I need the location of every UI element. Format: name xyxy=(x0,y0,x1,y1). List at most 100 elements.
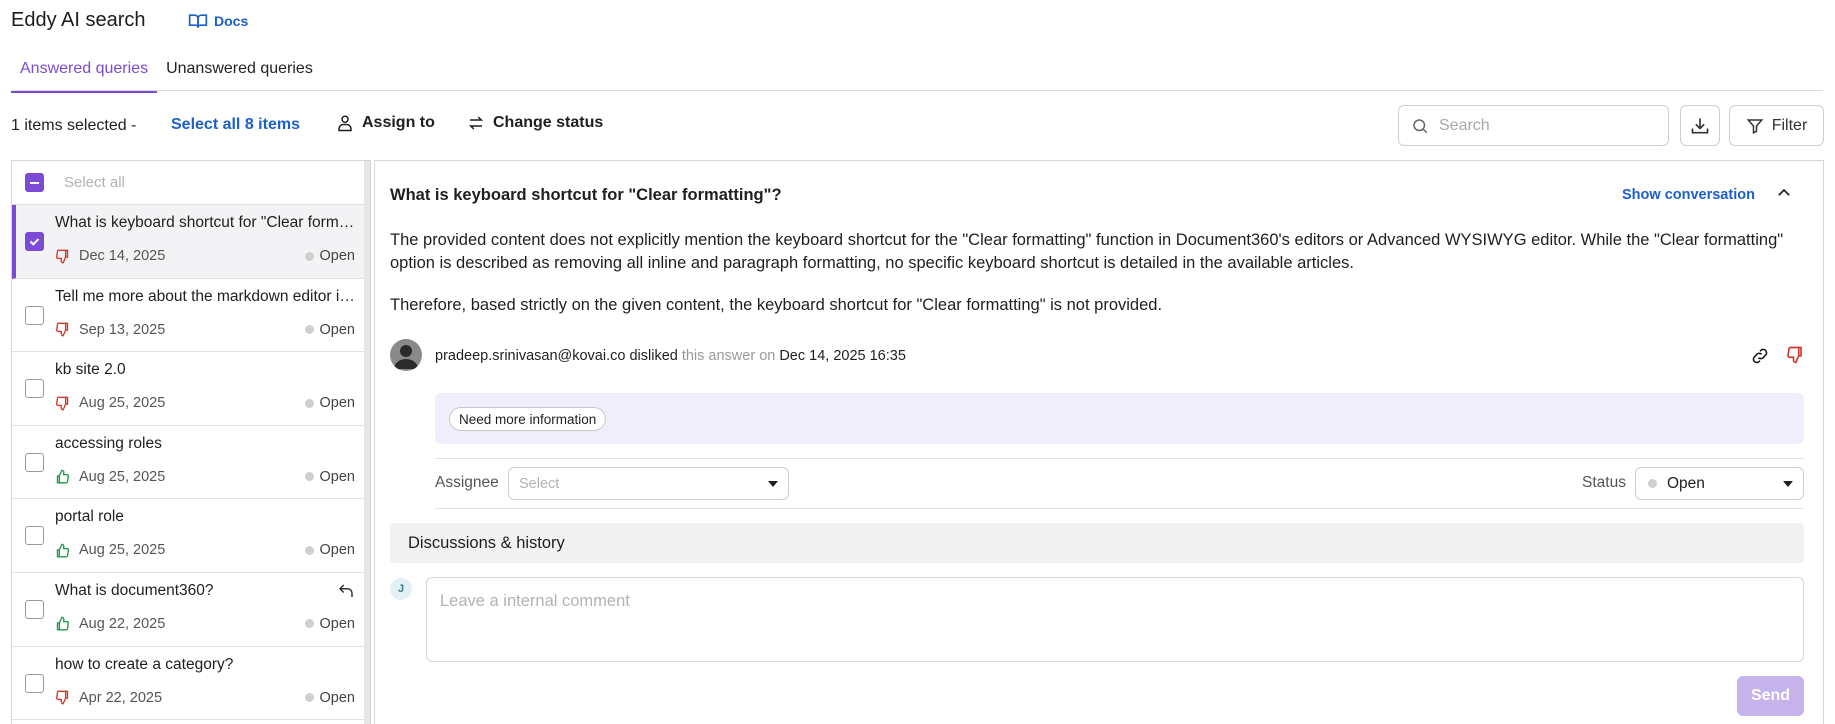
thumbs-down-icon xyxy=(56,249,69,263)
assign-to-button[interactable]: Assign to xyxy=(336,114,435,132)
item-question: accessing roles xyxy=(55,434,162,452)
search-input[interactable] xyxy=(1439,116,1639,135)
feedback-reason-chip: Need more information xyxy=(449,407,607,431)
link-icon[interactable] xyxy=(1750,346,1770,366)
status-label: Status xyxy=(1582,474,1626,491)
item-checkbox[interactable] xyxy=(25,379,44,399)
docs-label: Docs xyxy=(214,13,249,29)
item-meta: Aug 25, 2025 xyxy=(55,469,165,485)
status-badge: Open xyxy=(304,542,355,558)
divider xyxy=(435,508,1804,509)
item-question: Tell me more about the markdown editor i… xyxy=(55,287,360,305)
caret-down-icon xyxy=(1783,480,1793,487)
feedback-line: pradeep.srinivasan@kovai.co disliked thi… xyxy=(435,348,906,364)
item-question: kb site 2.0 xyxy=(55,361,126,379)
assignee-select[interactable]: Select xyxy=(508,467,789,500)
filter-icon xyxy=(1746,118,1764,134)
discussions-title: Discussions & history xyxy=(408,534,565,552)
assignee-label: Assignee xyxy=(435,474,499,491)
list-item[interactable]: Tell me more about the markdown editor i… xyxy=(12,279,370,353)
item-checkbox[interactable] xyxy=(25,673,44,693)
answer-text: The provided content does not explicitly… xyxy=(390,229,1810,336)
list-scrollbar[interactable] xyxy=(364,161,370,724)
item-checkbox[interactable] xyxy=(25,452,44,472)
status-dot xyxy=(1648,479,1657,488)
thumbs-down-icon xyxy=(56,396,69,411)
list-item[interactable]: What is document360? Aug 22, 2025 Open xyxy=(12,573,370,647)
select-all-checkbox[interactable] xyxy=(25,173,44,192)
item-question: portal role xyxy=(55,508,124,526)
query-list: Select all What is keyboard shortcut for… xyxy=(11,160,371,724)
check-icon xyxy=(29,238,40,246)
status-badge: Open xyxy=(304,469,355,485)
feedback-connector: this answer on xyxy=(681,348,776,364)
item-meta: Apr 22, 2025 xyxy=(55,690,162,706)
item-meta: Aug 25, 2025 xyxy=(55,542,165,558)
comment-input[interactable] xyxy=(440,592,1790,647)
item-meta: Sep 13, 2025 xyxy=(55,322,165,338)
thumbs-up-icon xyxy=(56,543,69,558)
download-icon xyxy=(1691,118,1709,133)
change-status-button[interactable]: Change status xyxy=(467,114,603,132)
user-avatar-icon xyxy=(394,345,418,369)
item-date: Aug 25, 2025 xyxy=(79,542,166,559)
item-date: Sep 13, 2025 xyxy=(79,321,166,338)
tab-bar: Answered queries Unanswered queries xyxy=(11,56,322,93)
item-date: Aug 25, 2025 xyxy=(79,468,166,485)
assign-to-label: Assign to xyxy=(362,114,435,131)
assignee-placeholder: Select xyxy=(519,475,560,492)
thumbs-down-icon[interactable] xyxy=(1786,346,1804,364)
tab-answered-queries[interactable]: Answered queries xyxy=(11,56,158,93)
item-meta: Dec 14, 2025 xyxy=(55,248,165,264)
status-badge: Open xyxy=(304,690,355,706)
assign-user-icon xyxy=(338,115,352,132)
swap-arrows-icon xyxy=(468,116,484,130)
list-item[interactable]: kb site 2.0 Aug 25, 2025 Open xyxy=(12,352,370,426)
item-date: Apr 22, 2025 xyxy=(79,689,163,706)
status-value: Open xyxy=(1667,474,1705,492)
item-checkbox[interactable] xyxy=(25,599,44,619)
answer-paragraph: The provided content does not explicitly… xyxy=(390,231,1784,272)
answer-paragraph: Therefore, based strictly on the given c… xyxy=(390,296,1163,314)
status-badge: Open xyxy=(304,616,355,632)
chevron-up-icon[interactable] xyxy=(1775,184,1793,202)
divider xyxy=(435,458,1804,459)
item-date: Aug 22, 2025 xyxy=(79,615,166,632)
item-question: What is document360? xyxy=(55,581,214,599)
question-title: What is keyboard shortcut for "Clear for… xyxy=(390,186,782,204)
item-date: Dec 14, 2025 xyxy=(79,248,166,264)
feedback-reason-box xyxy=(435,393,1804,444)
search-box xyxy=(1398,105,1669,146)
select-all-label: Select all xyxy=(64,174,125,191)
send-button[interactable]: Send xyxy=(1737,676,1804,716)
tab-unanswered-queries[interactable]: Unanswered queries xyxy=(157,56,322,93)
item-checkbox[interactable] xyxy=(25,232,44,251)
item-checkbox[interactable] xyxy=(25,305,44,325)
tabs-divider xyxy=(11,90,1823,91)
caret-down-icon xyxy=(768,480,778,487)
item-date: Aug 25, 2025 xyxy=(79,395,166,412)
feedback-time: Dec 14, 2025 16:35 xyxy=(779,348,906,364)
item-checkbox[interactable] xyxy=(25,526,44,546)
download-button[interactable] xyxy=(1680,105,1720,146)
feedback-user: pradeep.srinivasan@kovai.co disliked xyxy=(435,348,678,364)
item-question: how to create a category? xyxy=(55,655,234,673)
status-badge: Open xyxy=(304,395,355,411)
comment-box xyxy=(426,577,1804,662)
filter-button[interactable]: Filter xyxy=(1729,105,1824,146)
show-conversation-link[interactable]: Show conversation xyxy=(1622,187,1755,203)
thumbs-down-icon xyxy=(56,322,69,337)
filter-label: Filter xyxy=(1771,116,1808,134)
list-item[interactable]: accessing roles Aug 25, 2025 Open xyxy=(12,426,370,500)
thumbs-up-icon xyxy=(56,617,69,631)
list-item[interactable]: What is keyboard shortcut for "Clear for… xyxy=(12,205,370,279)
status-badge: Open xyxy=(304,248,355,264)
search-icon xyxy=(1413,118,1428,133)
item-question: What is keyboard shortcut for "Clear for… xyxy=(55,214,360,231)
list-item[interactable]: portal role Aug 25, 2025 Open xyxy=(12,499,370,573)
docs-link[interactable]: Docs xyxy=(188,12,248,30)
status-select[interactable]: Open xyxy=(1635,467,1804,500)
select-all-items-link[interactable]: Select all 8 items xyxy=(171,116,300,134)
list-item[interactable]: how to create a category? Apr 22, 2025 O… xyxy=(12,647,370,721)
selection-count: 1 items selected - xyxy=(11,117,137,134)
